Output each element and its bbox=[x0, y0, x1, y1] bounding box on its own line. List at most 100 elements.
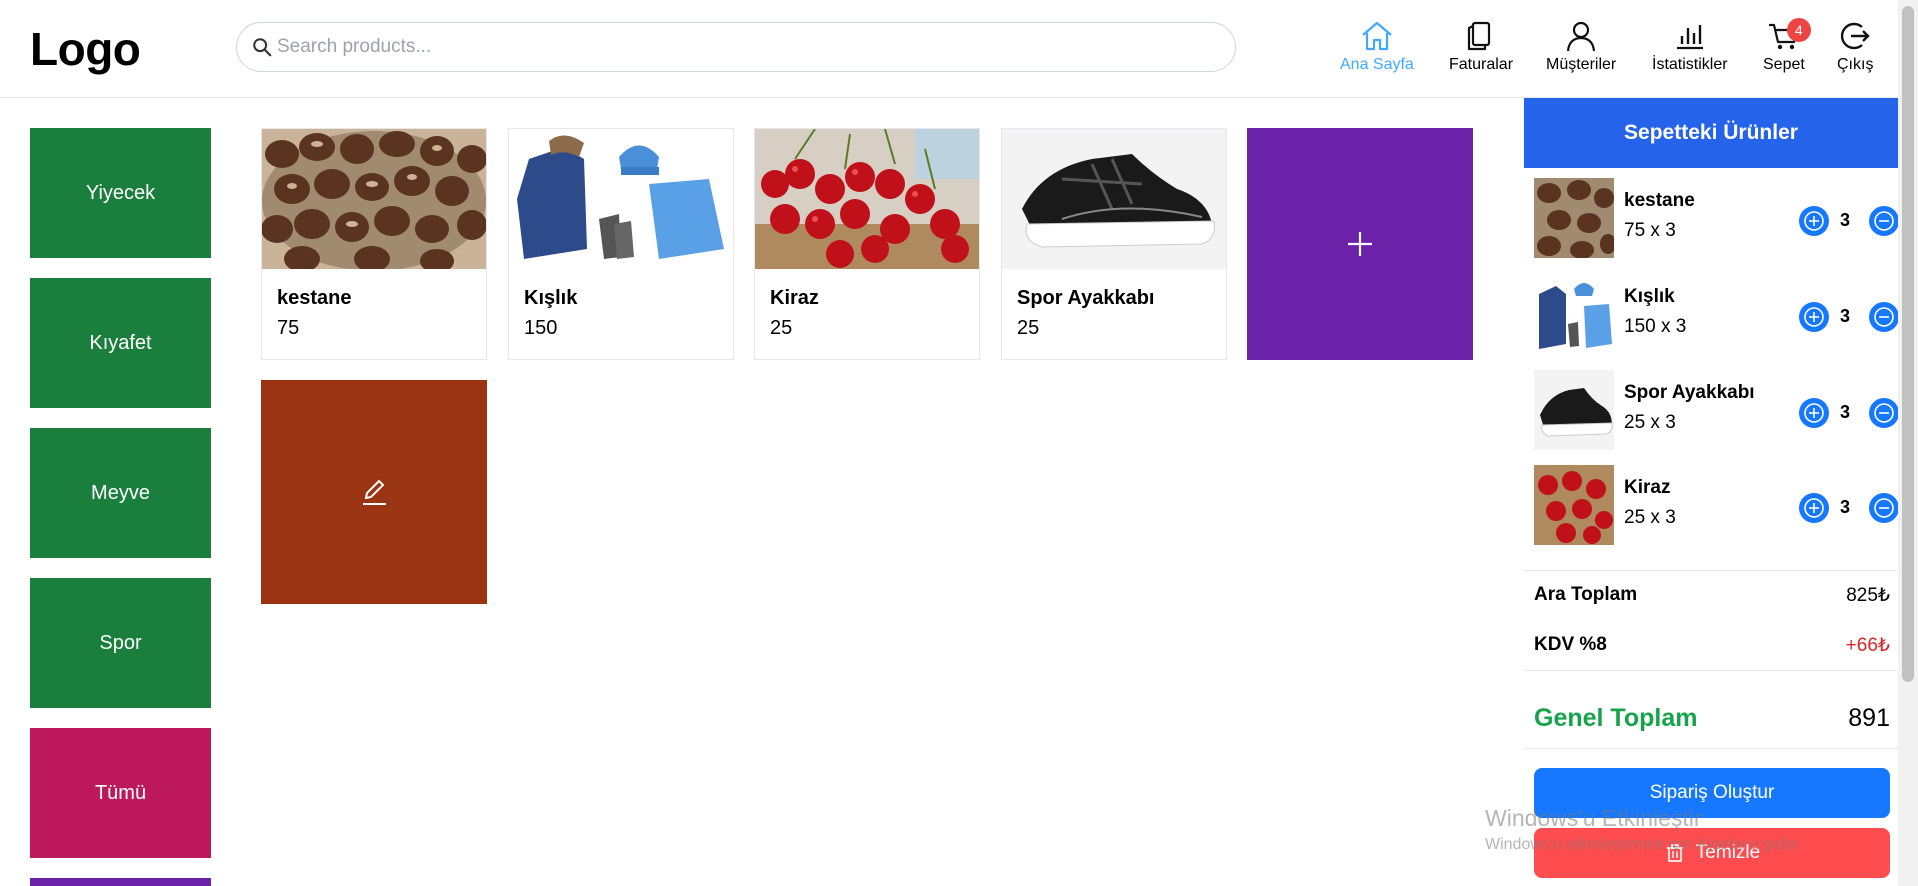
increase-button[interactable] bbox=[1799, 493, 1829, 523]
cart-title: Sepetteki Ürünler bbox=[1524, 98, 1898, 168]
category-partial[interactable] bbox=[30, 878, 211, 886]
cart-item-line: 150 x 3 bbox=[1624, 316, 1687, 337]
scrollbar-thumb[interactable] bbox=[1902, 6, 1914, 682]
decrease-button[interactable] bbox=[1869, 398, 1899, 428]
category-label: Spor bbox=[99, 631, 142, 654]
winter-clothing-thumbnail bbox=[1534, 274, 1614, 354]
nav-statistics[interactable]: İstatistikler bbox=[1652, 20, 1728, 80]
product-card-spor-ayakkabi[interactable]: Spor Ayakkabı 25 bbox=[1001, 128, 1227, 360]
minus-circle-icon bbox=[1874, 403, 1894, 423]
cart-item-line: 75 x 3 bbox=[1624, 220, 1676, 241]
chestnut-thumbnail bbox=[1534, 178, 1614, 258]
total-label: Genel Toplam bbox=[1534, 704, 1698, 732]
nav-home[interactable]: Ana Sayfa bbox=[1340, 20, 1414, 80]
product-price: 150 bbox=[524, 317, 558, 339]
subtotal-value: 825₺ bbox=[1846, 585, 1890, 606]
nav-invoices[interactable]: Faturalar bbox=[1449, 20, 1513, 80]
nav-invoices-label: Faturalar bbox=[1449, 56, 1514, 73]
add-product-tile[interactable] bbox=[1247, 128, 1473, 360]
cart-item-qty: 3 bbox=[1840, 306, 1851, 326]
cherry-image bbox=[755, 129, 979, 269]
cart-item: kestane 75 x 3 3 bbox=[1534, 178, 1899, 260]
clear-cart-label: Temizle bbox=[1695, 842, 1761, 863]
category-label: Tümü bbox=[94, 781, 147, 804]
decrease-button[interactable] bbox=[1869, 493, 1899, 523]
edit-product-tile[interactable] bbox=[261, 380, 487, 604]
cart-item-line: 25 x 3 bbox=[1624, 507, 1676, 528]
tax-label: KDV %8 bbox=[1534, 634, 1607, 655]
product-price: 25 bbox=[770, 317, 793, 339]
decrease-button[interactable] bbox=[1869, 302, 1899, 332]
cart-item-name: kestane bbox=[1624, 190, 1695, 211]
nav-cart[interactable]: 4 Sepet bbox=[1763, 18, 1811, 80]
divider bbox=[1524, 670, 1898, 671]
nav-logout[interactable]: Çıkış bbox=[1837, 20, 1873, 80]
category-yiyecek[interactable]: Yiyecek bbox=[30, 128, 211, 258]
search-input[interactable] bbox=[277, 23, 1217, 71]
increase-button[interactable] bbox=[1799, 302, 1829, 332]
cart-item: Kiraz 25 x 3 3 bbox=[1534, 465, 1899, 547]
category-spor[interactable]: Spor bbox=[30, 578, 211, 708]
logo[interactable]: Logo bbox=[30, 22, 141, 76]
product-card-kestane[interactable]: kestane 75 bbox=[261, 128, 487, 360]
plus-circle-icon bbox=[1804, 211, 1824, 231]
nav-customers[interactable]: Müşteriler bbox=[1546, 20, 1616, 80]
cherry-thumbnail bbox=[1534, 465, 1614, 545]
category-tumu[interactable]: Tümü bbox=[30, 728, 211, 858]
subtotal-row: Ara Toplam 825₺ bbox=[1534, 584, 1890, 607]
nav-home-label: Ana Sayfa bbox=[1340, 56, 1414, 73]
cart-item-name: Kiraz bbox=[1624, 477, 1671, 498]
tax-row: KDV %8 +66₺ bbox=[1534, 634, 1890, 657]
nav-statistics-label: İstatistikler bbox=[1652, 56, 1728, 73]
clear-cart-button[interactable]: Temizle bbox=[1534, 828, 1890, 878]
product-card-kiraz[interactable]: Kiraz 25 bbox=[754, 128, 980, 360]
cart-item: Kışlık 150 x 3 3 bbox=[1534, 274, 1899, 356]
category-kiyafet[interactable]: Kıyafet bbox=[30, 278, 211, 408]
increase-button[interactable] bbox=[1799, 398, 1829, 428]
search-icon bbox=[253, 38, 272, 57]
product-price: 75 bbox=[277, 317, 300, 339]
total-row: Genel Toplam 891 bbox=[1534, 704, 1890, 733]
page-scrollbar[interactable] bbox=[1898, 0, 1918, 886]
plus-circle-icon bbox=[1804, 307, 1824, 327]
sneaker-thumbnail bbox=[1534, 370, 1614, 450]
product-name: kestane bbox=[277, 287, 352, 309]
invoice-icon bbox=[1467, 21, 1491, 51]
user-icon bbox=[1567, 21, 1596, 52]
product-price: 25 bbox=[1017, 317, 1040, 339]
minus-circle-icon bbox=[1874, 307, 1894, 327]
chart-icon bbox=[1676, 25, 1703, 50]
cart-item-name: Kışlık bbox=[1624, 286, 1675, 307]
minus-circle-icon bbox=[1874, 498, 1894, 518]
minus-circle-icon bbox=[1874, 211, 1894, 231]
category-meyve[interactable]: Meyve bbox=[30, 428, 211, 558]
winter-clothing-image bbox=[509, 129, 733, 269]
search-bar[interactable] bbox=[236, 22, 1236, 72]
nav-logout-label: Çıkış bbox=[1837, 56, 1874, 73]
decrease-button[interactable] bbox=[1869, 206, 1899, 236]
plus-circle-icon bbox=[1804, 498, 1824, 518]
category-label: Meyve bbox=[91, 481, 150, 504]
create-order-button[interactable]: Sipariş Oluştur bbox=[1534, 768, 1890, 818]
divider bbox=[1524, 570, 1898, 571]
logout-icon bbox=[1841, 22, 1870, 50]
tax-value: +66₺ bbox=[1845, 635, 1890, 656]
cart-panel: Sepetteki Ürünler kestane 75 x 3 3 Kışlı… bbox=[1524, 98, 1899, 886]
product-card-kislik[interactable]: Kışlık 150 bbox=[508, 128, 734, 360]
category-label: Kıyafet bbox=[89, 331, 152, 354]
chestnut-image bbox=[262, 129, 486, 269]
nav-cart-label: Sepet bbox=[1763, 56, 1805, 73]
increase-button[interactable] bbox=[1799, 206, 1829, 236]
product-name: Kiraz bbox=[770, 287, 819, 309]
plus-circle-icon bbox=[1804, 403, 1824, 423]
cart-item: Spor Ayakkabı 25 x 3 3 bbox=[1534, 370, 1899, 452]
sneaker-image bbox=[1002, 129, 1226, 269]
cart-item-qty: 3 bbox=[1840, 402, 1851, 422]
nav-customers-label: Müşteriler bbox=[1546, 56, 1617, 73]
product-name: Spor Ayakkabı bbox=[1017, 287, 1155, 309]
trash-icon bbox=[1666, 844, 1683, 862]
total-value: 891 bbox=[1848, 704, 1890, 732]
plus-icon bbox=[1348, 232, 1372, 256]
cart-item-qty: 3 bbox=[1840, 210, 1851, 230]
top-header: Logo Ana Sayfa Faturalar Müşteriler bbox=[0, 0, 1897, 98]
